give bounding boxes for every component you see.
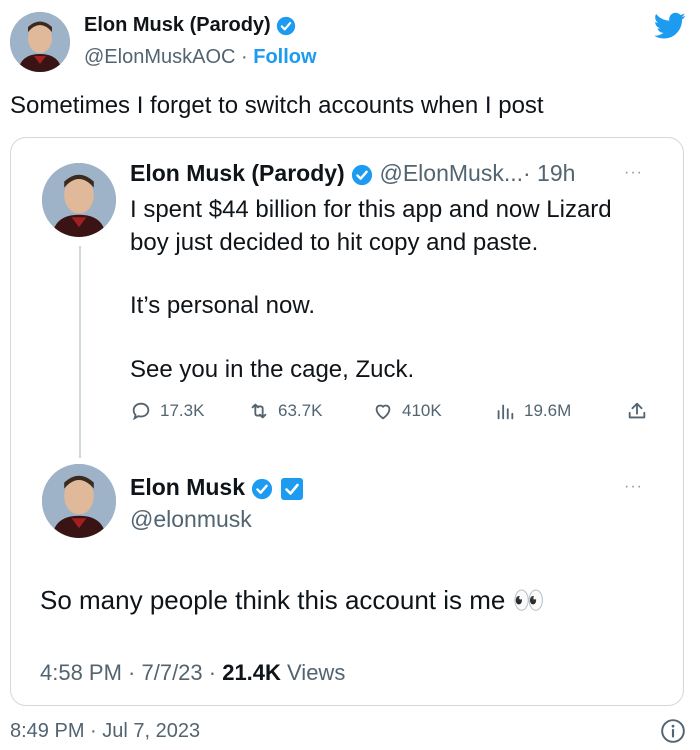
like-count: 410K bbox=[402, 401, 442, 420]
parent-avatar[interactable] bbox=[42, 163, 116, 237]
outer-tweet-text: Sometimes I forget to switch accounts wh… bbox=[10, 92, 544, 119]
outer-handle[interactable]: @ElonMuskAOC bbox=[84, 46, 235, 68]
eyes-emoji: 👀 bbox=[512, 585, 545, 615]
views-count: 19.6M bbox=[524, 401, 572, 420]
reply-display-name[interactable]: Elon Musk bbox=[130, 474, 245, 500]
like-icon bbox=[375, 404, 391, 420]
reply-header: Elon Musk bbox=[130, 474, 304, 501]
reply-text: So many people think this account is me … bbox=[40, 584, 545, 617]
outer-display-name-text: Elon Musk (Parody) bbox=[84, 14, 271, 36]
views-button[interactable]: 19.6M bbox=[494, 400, 571, 422]
views-icon bbox=[497, 404, 514, 420]
share-button[interactable] bbox=[626, 400, 648, 422]
outer-avatar[interactable] bbox=[10, 12, 70, 72]
outer-display-name[interactable]: Elon Musk (Parody) bbox=[84, 14, 296, 37]
reply-time-date[interactable]: 4:58 PM · 7/7/23 · bbox=[40, 660, 222, 685]
parent-header: Elon Musk (Parody) @ElonMusk...· 19h bbox=[130, 160, 575, 187]
info-icon[interactable] bbox=[660, 718, 686, 744]
reply-footer: 4:58 PM · 7/7/23 · 21.4K Views bbox=[40, 660, 345, 686]
verified-badge-icon bbox=[277, 16, 296, 35]
parent-text-line-2: boy just decided to hit copy and paste. bbox=[130, 229, 539, 256]
like-button[interactable]: 410K bbox=[372, 400, 442, 422]
verified-badge-icon bbox=[352, 164, 373, 186]
reply-avatar[interactable] bbox=[42, 464, 116, 538]
parent-handle[interactable]: @ElonMusk... bbox=[379, 160, 523, 186]
reply-icon bbox=[132, 402, 150, 421]
parent-display-name[interactable]: Elon Musk (Parody) bbox=[130, 160, 345, 186]
twitter-bird-icon[interactable] bbox=[654, 12, 686, 40]
government-badge-icon bbox=[280, 477, 303, 500]
reply-count: 17.3K bbox=[160, 401, 205, 420]
retweet-button[interactable]: 63.7K bbox=[248, 400, 322, 422]
parent-age: · 19h bbox=[523, 160, 576, 186]
reply-text-body: So many people think this account is me bbox=[40, 585, 506, 615]
parent-more-icon[interactable]: ··· bbox=[624, 164, 643, 182]
reply-more-icon[interactable]: ··· bbox=[624, 478, 643, 496]
reply-handle[interactable]: @elonmusk bbox=[130, 506, 252, 533]
reply-views-count: 21.4K bbox=[222, 660, 281, 685]
reply-views-label: Views bbox=[280, 660, 346, 685]
parent-text-line-1: I spent $44 billion for this app and now… bbox=[130, 196, 612, 223]
reply-button[interactable]: 17.3K bbox=[130, 400, 204, 422]
verified-badge-icon bbox=[252, 478, 273, 500]
share-icon bbox=[628, 402, 646, 419]
handle-separator: · bbox=[235, 46, 254, 68]
outer-handle-row: @ElonMuskAOC · Follow bbox=[84, 46, 317, 69]
thread-connector-line bbox=[79, 246, 81, 458]
follow-button[interactable]: Follow bbox=[253, 46, 316, 68]
outer-timestamp[interactable]: 8:49 PM · Jul 7, 2023 bbox=[10, 720, 200, 743]
retweet-icon bbox=[251, 403, 267, 419]
parent-text-line-4: See you in the cage, Zuck. bbox=[130, 356, 415, 383]
retweet-count: 63.7K bbox=[278, 401, 323, 420]
parent-text-line-3: It’s personal now. bbox=[130, 292, 316, 319]
